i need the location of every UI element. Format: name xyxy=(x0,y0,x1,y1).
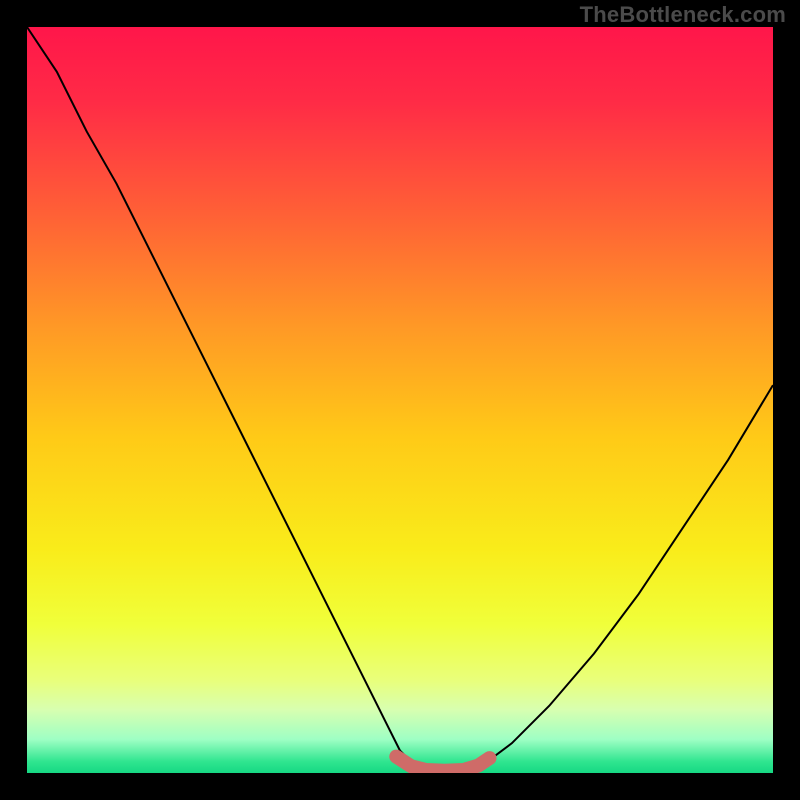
gradient-background-rect xyxy=(27,27,773,773)
bottleneck-plot xyxy=(27,27,773,773)
watermark-text: TheBottleneck.com xyxy=(580,2,786,28)
chart-frame: TheBottleneck.com xyxy=(0,0,800,800)
plot-svg xyxy=(27,27,773,773)
